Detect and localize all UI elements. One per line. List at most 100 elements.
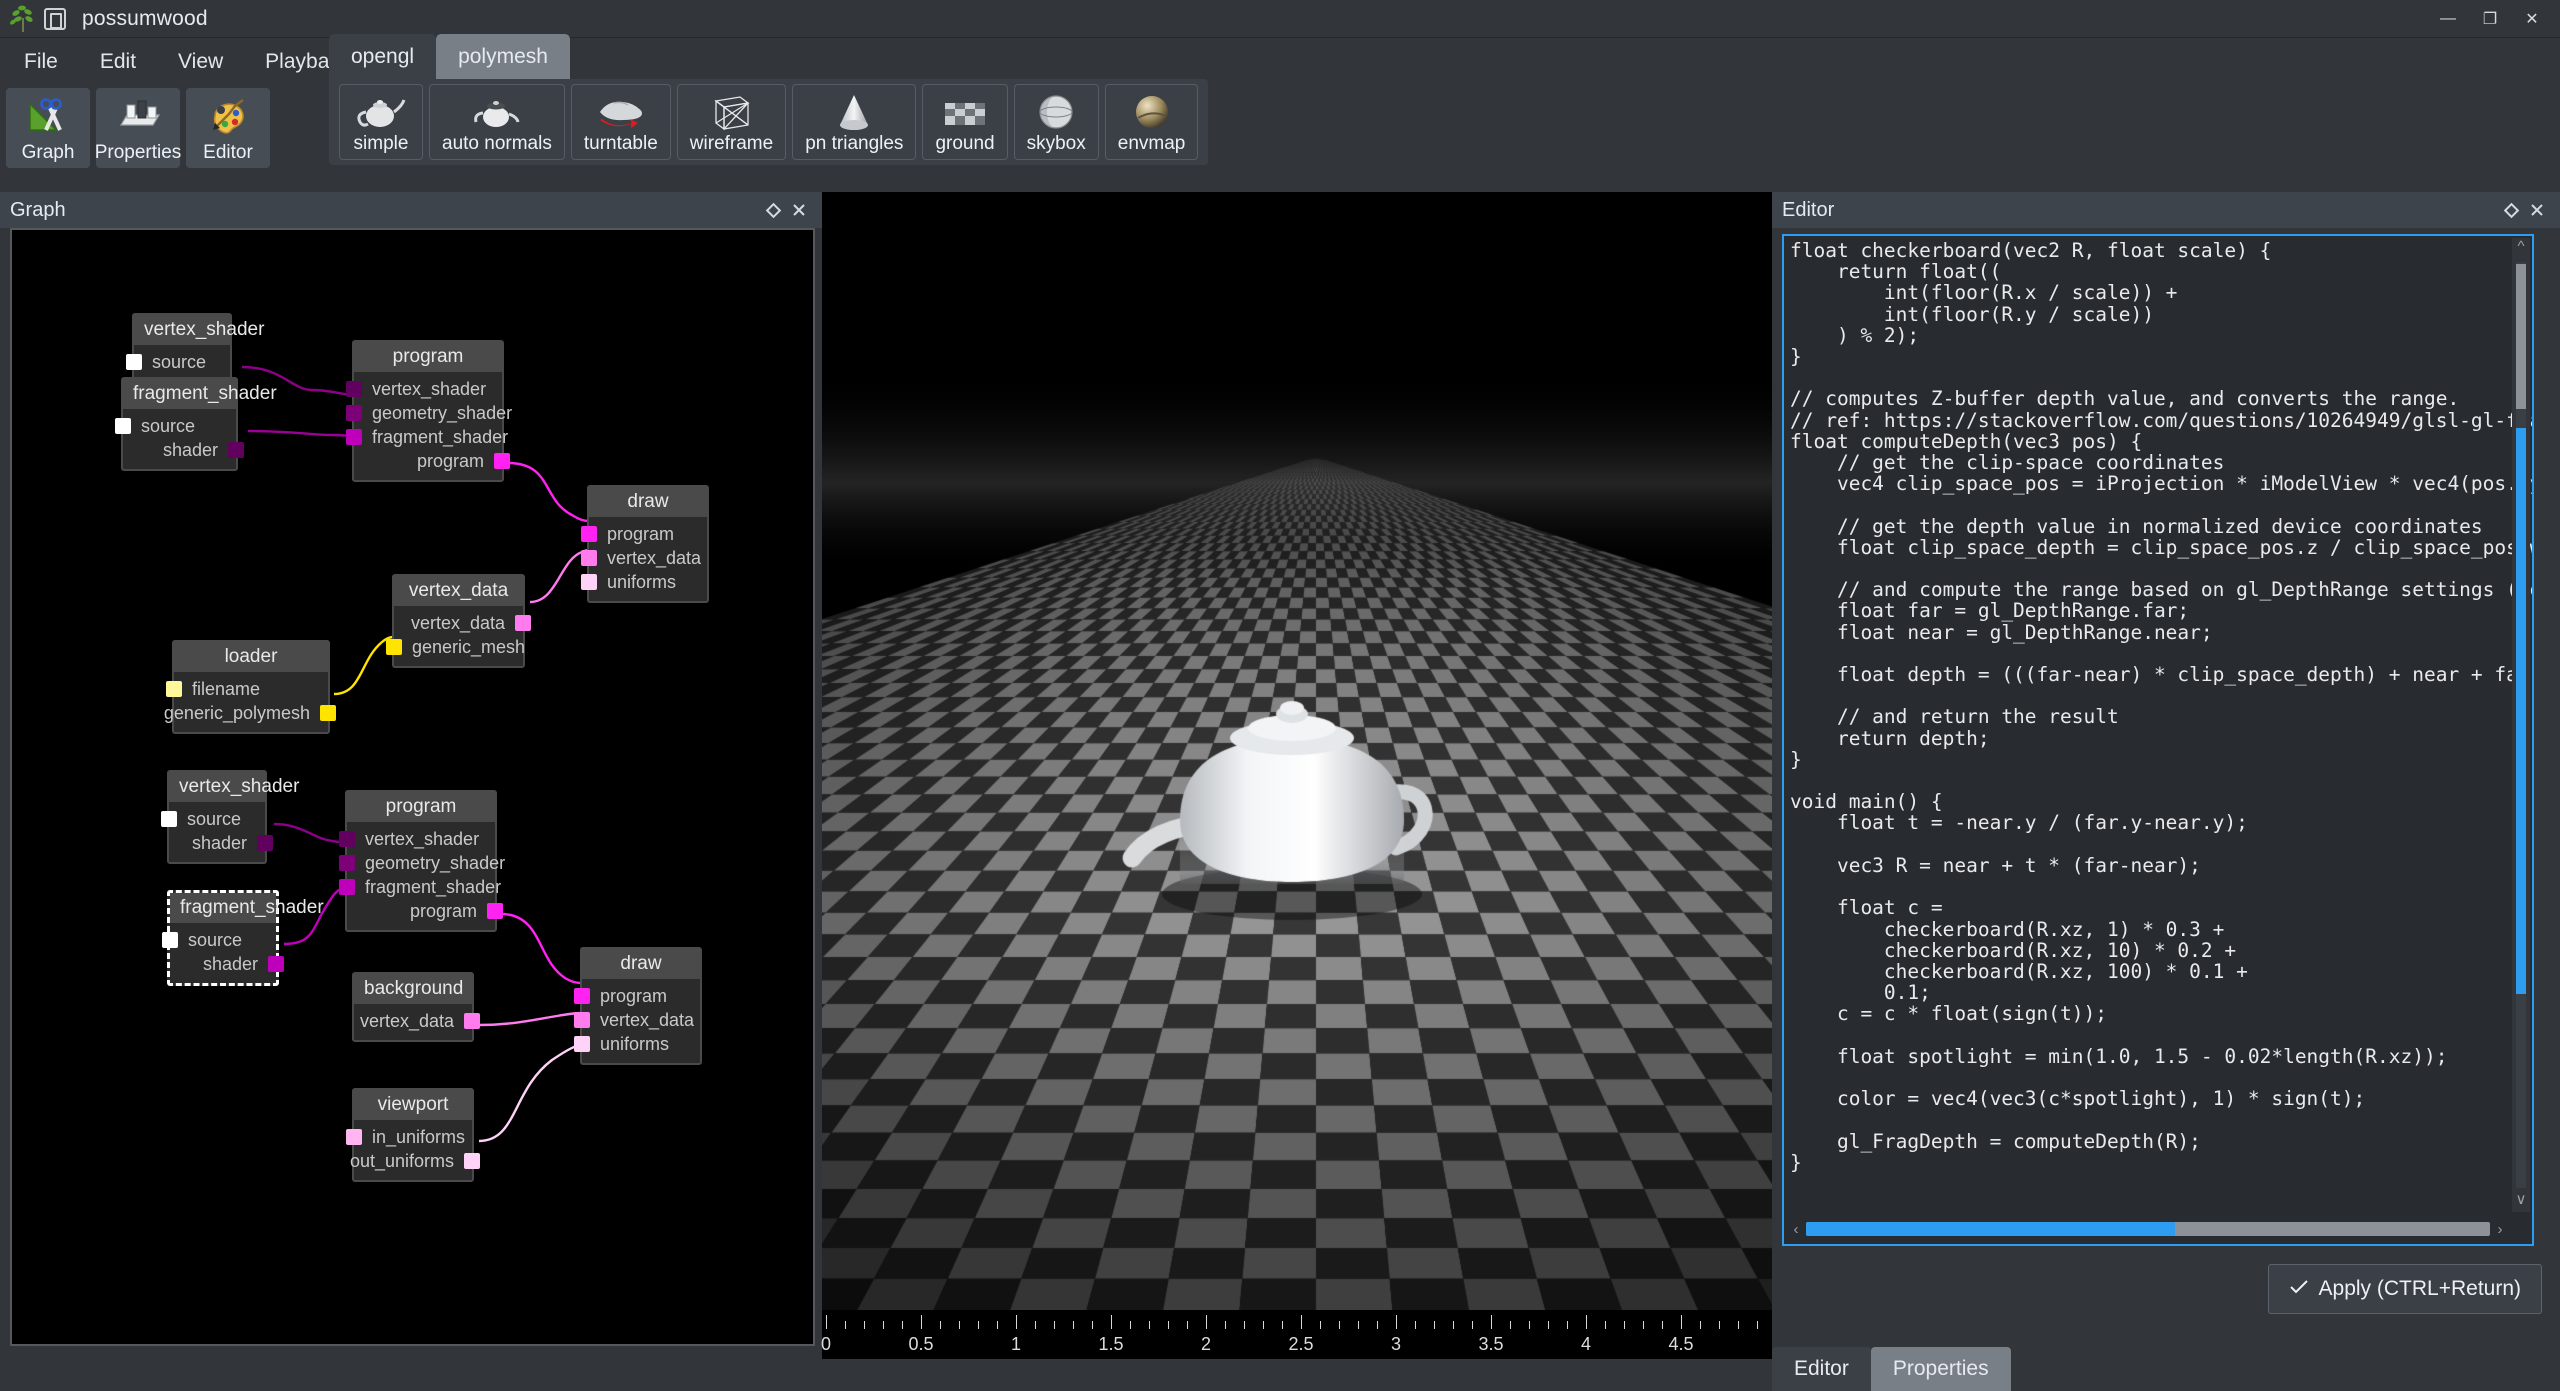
- node-port-vertex_data[interactable]: vertex_data: [589, 546, 707, 570]
- opengl-button-wireframe[interactable]: wireframe: [677, 84, 786, 160]
- port-connector-icon[interactable]: [494, 453, 510, 469]
- maximize-button[interactable]: ❐: [2470, 4, 2510, 34]
- node-port-in_uniforms[interactable]: in_uniforms: [354, 1125, 472, 1149]
- code-vertical-scrollbar[interactable]: ^ ∨: [2512, 238, 2530, 1212]
- opengl-button-simple[interactable]: simple: [339, 84, 423, 160]
- node-port-source[interactable]: source: [134, 350, 230, 374]
- node-port-uniforms[interactable]: uniforms: [589, 570, 707, 594]
- node-port-source[interactable]: source: [169, 807, 265, 831]
- opengl-button-skybox[interactable]: skybox: [1014, 84, 1099, 160]
- gl-viewport[interactable]: [822, 192, 1772, 1310]
- port-connector-icon[interactable]: [339, 855, 355, 871]
- node-port-geometry_shader[interactable]: geometry_shader: [347, 851, 495, 875]
- editor-tab-properties[interactable]: Properties: [1871, 1347, 2011, 1391]
- node-port-source[interactable]: source: [123, 414, 236, 438]
- scroll-left-icon[interactable]: ‹: [1786, 1221, 1806, 1238]
- port-connector-icon[interactable]: [574, 988, 590, 1004]
- port-connector-icon[interactable]: [346, 381, 362, 397]
- scroll-right-icon[interactable]: ›: [2490, 1221, 2510, 1238]
- apply-button[interactable]: Apply (CTRL+Return): [2268, 1264, 2542, 1314]
- vscroll-thumb[interactable]: [2516, 428, 2526, 994]
- port-connector-icon[interactable]: [464, 1153, 480, 1169]
- code-horizontal-scrollbar[interactable]: ‹ ›: [1786, 1217, 2510, 1241]
- node-port-geometry_shader[interactable]: geometry_shader: [354, 401, 502, 425]
- scene-render[interactable]: [822, 192, 1772, 1310]
- tab-opengl[interactable]: opengl: [329, 34, 436, 79]
- node-port-generic_polymesh[interactable]: generic_polymesh: [174, 701, 328, 725]
- scroll-up-icon[interactable]: ^: [2512, 238, 2530, 260]
- toolbar-button-editor[interactable]: Editor: [186, 88, 270, 168]
- close-icon[interactable]: [2524, 197, 2550, 223]
- node-port-vertex_data[interactable]: vertex_data: [394, 611, 523, 635]
- port-connector-icon[interactable]: [320, 705, 336, 721]
- port-connector-icon[interactable]: [386, 639, 402, 655]
- graph-node-draw[interactable]: drawprogramvertex_datauniforms: [587, 485, 709, 603]
- node-port-program[interactable]: program: [582, 984, 700, 1008]
- port-connector-icon[interactable]: [257, 835, 273, 851]
- port-connector-icon[interactable]: [574, 1036, 590, 1052]
- port-connector-icon[interactable]: [581, 574, 597, 590]
- close-icon[interactable]: [786, 197, 812, 223]
- node-port-program[interactable]: program: [347, 899, 495, 923]
- float-diamond-icon[interactable]: [760, 197, 786, 223]
- node-port-fragment_shader[interactable]: fragment_shader: [347, 875, 495, 899]
- vscroll-thumb-upper[interactable]: [2516, 264, 2526, 409]
- graph-node-fragment_shader[interactable]: fragment_shadersourceshader: [167, 890, 279, 986]
- node-port-shader[interactable]: shader: [123, 438, 236, 462]
- menu-edit[interactable]: Edit: [82, 45, 154, 79]
- node-port-uniforms[interactable]: uniforms: [582, 1032, 700, 1056]
- graph-node-vertex_shader[interactable]: vertex_shadersourceshader: [167, 770, 267, 864]
- node-port-vertex_data[interactable]: vertex_data: [582, 1008, 700, 1032]
- glsl-source[interactable]: float checkerboard(vec2 R, float scale) …: [1790, 240, 2534, 1173]
- port-connector-icon[interactable]: [464, 1013, 480, 1029]
- port-connector-icon[interactable]: [487, 903, 503, 919]
- node-port-program[interactable]: program: [589, 522, 707, 546]
- opengl-button-envmap[interactable]: envmap: [1105, 84, 1199, 160]
- graph-node-program[interactable]: programvertex_shadergeometry_shaderfragm…: [345, 790, 497, 932]
- graph-node-fragment_shader[interactable]: fragment_shadersourceshader: [121, 377, 238, 471]
- node-port-fragment_shader[interactable]: fragment_shader: [354, 425, 502, 449]
- opengl-button-ground[interactable]: ground: [922, 84, 1007, 160]
- opengl-button-auto-normals[interactable]: auto normals: [429, 84, 565, 160]
- code-editor[interactable]: float checkerboard(vec2 R, float scale) …: [1782, 234, 2534, 1246]
- port-connector-icon[interactable]: [166, 681, 182, 697]
- port-connector-icon[interactable]: [346, 429, 362, 445]
- node-port-shader[interactable]: shader: [170, 952, 276, 976]
- graph-node-loader[interactable]: loaderfilenamegeneric_polymesh: [172, 640, 330, 734]
- port-connector-icon[interactable]: [161, 811, 177, 827]
- node-port-vertex_shader[interactable]: vertex_shader: [354, 377, 502, 401]
- menu-file[interactable]: File: [6, 45, 76, 79]
- tab-polymesh[interactable]: polymesh: [436, 34, 570, 79]
- scroll-down-icon[interactable]: ∨: [2512, 1190, 2530, 1212]
- node-port-vertex_data[interactable]: vertex_data: [354, 1009, 472, 1033]
- graph-canvas[interactable]: vertex_shadersourceshaderfragment_shader…: [10, 228, 815, 1346]
- node-port-filename[interactable]: filename: [174, 677, 328, 701]
- float-diamond-icon[interactable]: [2498, 197, 2524, 223]
- port-connector-icon[interactable]: [346, 405, 362, 421]
- port-connector-icon[interactable]: [268, 956, 284, 972]
- graph-node-background[interactable]: backgroundvertex_data: [352, 972, 474, 1042]
- graph-node-draw[interactable]: drawprogramvertex_datauniforms: [580, 947, 702, 1065]
- port-connector-icon[interactable]: [581, 550, 597, 566]
- close-button[interactable]: ✕: [2512, 4, 2552, 34]
- toolbar-button-properties[interactable]: Properties: [96, 88, 180, 168]
- node-port-out_uniforms[interactable]: out_uniforms: [354, 1149, 472, 1173]
- port-connector-icon[interactable]: [115, 418, 131, 434]
- node-port-program[interactable]: program: [354, 449, 502, 473]
- port-connector-icon[interactable]: [339, 831, 355, 847]
- opengl-button-pn-triangles[interactable]: pn triangles: [792, 84, 916, 160]
- minimize-button[interactable]: —: [2428, 4, 2468, 34]
- hscroll-track[interactable]: [1806, 1222, 2490, 1236]
- opengl-button-turntable[interactable]: turntable: [571, 84, 671, 160]
- port-connector-icon[interactable]: [574, 1012, 590, 1028]
- graph-node-viewport[interactable]: viewportin_uniformsout_uniforms: [352, 1088, 474, 1182]
- graph-node-program[interactable]: program vertex_shadergeometry_shaderfragm…: [352, 340, 504, 482]
- toolbar-button-graph[interactable]: Graph: [6, 88, 90, 168]
- editor-tab-editor[interactable]: Editor: [1772, 1347, 1871, 1391]
- port-connector-icon[interactable]: [346, 1129, 362, 1145]
- port-connector-icon[interactable]: [515, 615, 531, 631]
- port-connector-icon[interactable]: [228, 442, 244, 458]
- graph-node-vertex_data[interactable]: vertex_datavertex_datageneric_mesh: [392, 574, 525, 668]
- node-port-source[interactable]: source: [170, 928, 276, 952]
- port-connector-icon[interactable]: [581, 526, 597, 542]
